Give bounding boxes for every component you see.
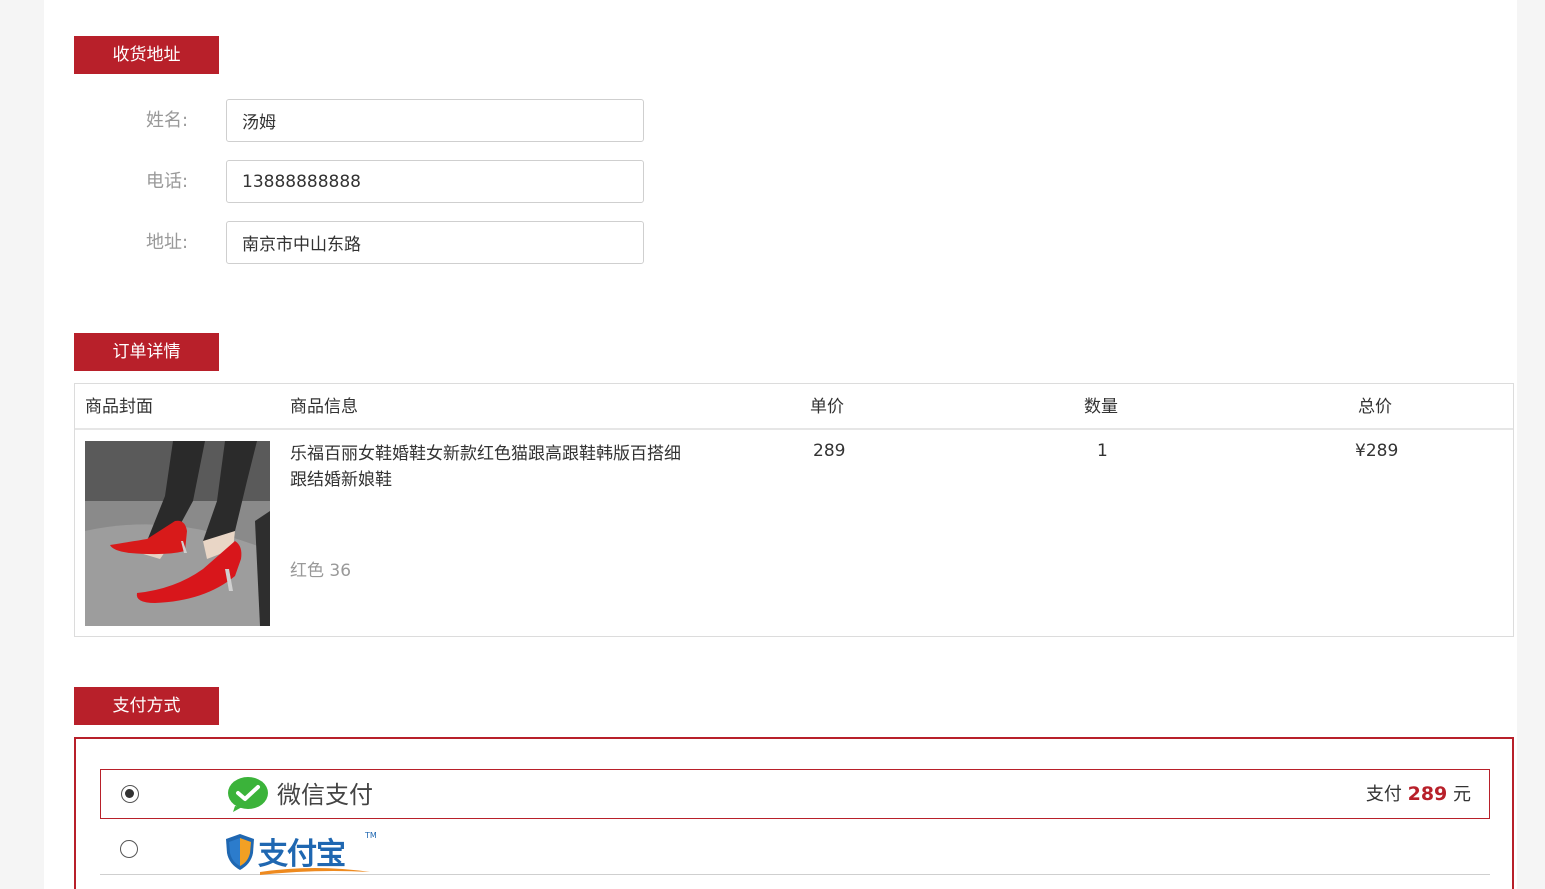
quantity-value: 1 <box>1097 441 1108 461</box>
name-input[interactable] <box>226 99 644 142</box>
header-quantity: 数量 <box>1084 397 1118 417</box>
payment-option-alipay[interactable]: 支付宝 TM <box>100 825 1490 875</box>
payment-option-wechat[interactable]: 微信支付 支付 289 元 <box>100 769 1490 819</box>
total-price-value: ¥289 <box>1355 441 1399 461</box>
payment-amount: 支付 289 元 <box>1366 781 1471 808</box>
header-cover: 商品封面 <box>85 397 153 417</box>
name-row: 姓名: <box>44 99 744 142</box>
order-section-title: 订单详情 <box>74 333 219 371</box>
alipay-shield-icon <box>224 833 256 871</box>
name-label: 姓名: <box>146 110 189 131</box>
unit-price-value: 289 <box>813 441 846 461</box>
red-heels-photo <box>85 441 270 626</box>
phone-label: 电话: <box>146 171 189 192</box>
phone-input[interactable] <box>226 160 644 203</box>
amount-suffix: 元 <box>1453 784 1471 805</box>
product-spec: 红色 36 <box>290 561 352 581</box>
address-row: 地址: <box>44 221 744 264</box>
payment-methods-box: 微信支付 支付 289 元 支付宝 TM <box>74 737 1514 889</box>
amount-prefix: 支付 <box>1365 784 1402 805</box>
address-section-title: 收货地址 <box>74 36 219 74</box>
address-input[interactable] <box>226 221 644 264</box>
order-table: 商品封面 商品信息 单价 数量 总价 乐福百丽女鞋婚鞋女新款红色猫跟高跟鞋韩版百… <box>74 383 1514 637</box>
header-total: 总价 <box>1358 397 1392 417</box>
product-title[interactable]: 乐福百丽女鞋婚鞋女新款红色猫跟高跟鞋韩版百搭细跟结婚新娘鞋 <box>290 441 685 493</box>
alipay-tm-mark: TM <box>365 831 377 840</box>
address-label: 地址: <box>146 232 189 253</box>
order-table-header: 商品封面 商品信息 单价 数量 总价 <box>75 384 1513 430</box>
wechat-radio[interactable] <box>121 785 139 803</box>
header-unit-price: 单价 <box>810 397 844 417</box>
product-cover-image[interactable] <box>85 441 270 626</box>
alipay-swoosh <box>260 861 370 875</box>
header-info: 商品信息 <box>290 397 358 417</box>
wechat-pay-label: 微信支付 <box>277 781 373 809</box>
wechat-pay-icon <box>227 776 269 812</box>
amount-value: 289 <box>1407 783 1448 805</box>
alipay-radio[interactable] <box>120 840 138 858</box>
checkout-page: 收货地址 姓名: 电话: 地址: 订单详情 商品封面 商品信息 单价 数量 总价 <box>44 0 1517 889</box>
payment-section-title: 支付方式 <box>74 687 219 725</box>
phone-row: 电话: <box>44 160 744 203</box>
